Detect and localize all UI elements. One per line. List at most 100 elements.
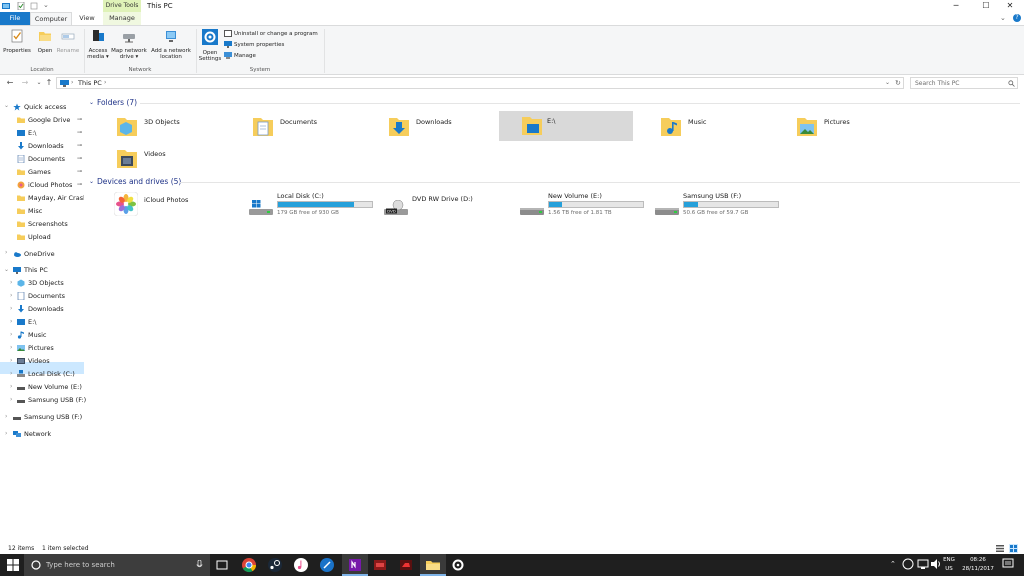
expand-chevron-icon[interactable]: › xyxy=(10,292,12,299)
expand-chevron-icon[interactable]: › xyxy=(5,413,7,420)
pin-icon[interactable]: ⊸ xyxy=(77,116,82,123)
help-icon[interactable]: ? xyxy=(1013,14,1021,22)
collapse-chevron-icon[interactable]: ⌄ xyxy=(89,99,94,106)
pin-icon[interactable]: ⊸ xyxy=(77,129,82,136)
taskbar-search-input[interactable]: Type here to search xyxy=(24,554,210,576)
network-tray-icon[interactable] xyxy=(917,558,929,570)
expand-chevron-icon[interactable]: › xyxy=(10,331,12,338)
language-indicator[interactable]: ENG xyxy=(942,557,956,563)
pin-icon[interactable]: ⊸ xyxy=(77,142,82,149)
uninstall-program-button[interactable]: Uninstall or change a program xyxy=(224,29,318,39)
nav-network[interactable]: Network xyxy=(13,428,51,440)
minimize-button[interactable]: ─ xyxy=(942,0,970,12)
racing-app-icon[interactable] xyxy=(398,557,414,573)
nav-quick-item[interactable]: Upload xyxy=(17,231,51,243)
folders-section-header[interactable]: Folders (7) xyxy=(97,98,137,107)
add-network-location-button[interactable]: Add a network location xyxy=(150,29,192,61)
volume-icon[interactable] xyxy=(930,558,942,570)
manage-button[interactable]: Manage xyxy=(224,51,256,61)
microphone-icon[interactable] xyxy=(196,560,203,570)
expand-chevron-icon[interactable]: › xyxy=(10,344,12,351)
properties-quick-icon[interactable] xyxy=(17,2,25,10)
map-network-drive-button[interactable]: Map network drive ▾ xyxy=(110,29,148,61)
drive-dvd[interactable]: DVD DVD RW Drive (D:) xyxy=(384,192,514,222)
pin-icon[interactable]: ⊸ xyxy=(77,155,82,162)
tab-file[interactable]: File xyxy=(0,12,30,25)
expand-chevron-icon[interactable]: › xyxy=(5,430,7,437)
nav-pc-item[interactable]: Documents xyxy=(17,290,65,302)
breadcrumb-this-pc[interactable]: This PC xyxy=(78,78,102,88)
nav-quick-item[interactable]: Screenshots xyxy=(17,218,68,230)
nav-quick-item[interactable]: Mayday, Air Crash I xyxy=(17,192,84,204)
expand-chevron-icon[interactable]: › xyxy=(10,305,12,312)
nav-quick-item[interactable]: Misc xyxy=(17,205,42,217)
clock-date[interactable]: 28/11/2017 xyxy=(960,566,996,572)
back-button[interactable]: ← xyxy=(5,77,15,89)
itunes-icon[interactable] xyxy=(293,557,309,573)
new-folder-quick-icon[interactable] xyxy=(30,2,38,10)
nav-quick-item[interactable]: Google Drive xyxy=(17,114,70,126)
tiles-view-icon[interactable] xyxy=(1009,544,1018,553)
app-circle-icon[interactable] xyxy=(319,557,335,573)
folder-tile[interactable]: 3D Objects xyxy=(106,112,238,142)
nav-pc-item[interactable]: Local Disk (C:) xyxy=(17,368,75,380)
expand-chevron-icon[interactable]: › xyxy=(10,318,12,325)
drive-c[interactable]: Local Disk (C:) 179 GB free of 930 GB xyxy=(249,192,379,222)
details-view-icon[interactable] xyxy=(996,545,1004,552)
chrome-icon[interactable] xyxy=(241,557,257,573)
nav-pc-item[interactable]: Pictures xyxy=(17,342,54,354)
nav-quick-item[interactable]: Documents xyxy=(17,153,65,165)
access-media-button[interactable]: Access media ▾ xyxy=(86,29,110,61)
windows-start-icon[interactable] xyxy=(5,557,21,573)
close-button[interactable]: ✕ xyxy=(996,0,1024,12)
expand-chevron-icon[interactable]: › xyxy=(10,357,12,364)
action-center-icon[interactable] xyxy=(1002,558,1014,570)
game-app-icon[interactable] xyxy=(372,557,388,573)
nav-pc-item[interactable]: Music xyxy=(17,329,47,341)
pin-icon[interactable]: ⊸ xyxy=(77,168,82,175)
quick-access-dropdown-icon[interactable]: ⌄ xyxy=(43,1,49,9)
task-view-icon[interactable] xyxy=(214,557,230,573)
device-icloud-photos[interactable]: iCloud Photos xyxy=(106,192,238,222)
breadcrumb-separator[interactable]: › xyxy=(104,78,106,88)
expand-chevron-icon[interactable]: › xyxy=(10,383,12,390)
properties-button[interactable]: Properties xyxy=(3,29,31,54)
recent-locations-button[interactable]: ⌄ xyxy=(34,77,44,89)
tab-computer[interactable]: Computer xyxy=(30,12,72,25)
nav-quick-item[interactable]: E:\ xyxy=(17,127,37,139)
rename-button[interactable]: Rename xyxy=(56,29,80,54)
tray-expand-icon[interactable]: ⌃ xyxy=(890,560,896,568)
drive-e[interactable]: New Volume (E:) 1.56 TB free of 1.81 TB xyxy=(520,192,650,222)
nav-quick-item[interactable]: Games xyxy=(17,166,51,178)
nav-pc-item[interactable]: 3D Objects xyxy=(17,277,64,289)
open-button[interactable]: Open xyxy=(34,29,56,54)
pin-icon[interactable]: ⊸ xyxy=(77,181,82,188)
folder-tile[interactable]: Music xyxy=(650,112,782,142)
forward-button[interactable]: → xyxy=(20,77,30,89)
address-dropdown-button[interactable]: ⌄ xyxy=(885,78,890,88)
nav-pc-item[interactable]: Downloads xyxy=(17,303,64,315)
folder-tile[interactable]: Downloads xyxy=(378,112,510,142)
region-indicator[interactable]: US xyxy=(942,566,956,572)
nav-onedrive[interactable]: OneDrive xyxy=(13,248,55,260)
address-bar[interactable]: › This PC › ⌄ ↻ xyxy=(56,77,904,89)
nav-quick-item[interactable]: Downloads xyxy=(17,140,64,152)
steam-icon[interactable] xyxy=(267,557,283,573)
nav-pc-item[interactable]: Samsung USB (F:) xyxy=(17,394,86,406)
nav-quick-access[interactable]: Quick access xyxy=(13,101,66,113)
search-input[interactable]: Search This PC xyxy=(910,77,1018,89)
tab-manage[interactable]: Manage xyxy=(103,12,141,25)
folder-tile[interactable]: Documents xyxy=(242,112,374,142)
expand-chevron-icon[interactable]: › xyxy=(10,370,12,377)
tray-app-icon[interactable] xyxy=(902,558,914,570)
nav-quick-item[interactable]: iCloud Photos xyxy=(17,179,72,191)
system-properties-button[interactable]: System properties xyxy=(224,40,284,50)
collapse-chevron-icon[interactable]: ⌄ xyxy=(89,178,94,185)
drive-f[interactable]: Samsung USB (F:) 50.6 GB free of 59.7 GB xyxy=(655,192,785,222)
expand-ribbon-icon[interactable]: ⌄ xyxy=(1000,14,1006,22)
refresh-button[interactable]: ↻ xyxy=(895,78,901,88)
clock-time[interactable]: 08:26 xyxy=(960,557,996,563)
expand-chevron-icon[interactable]: › xyxy=(5,249,7,256)
breadcrumb-separator[interactable]: › xyxy=(71,78,73,88)
drives-section-header[interactable]: Devices and drives (5) xyxy=(97,177,181,186)
